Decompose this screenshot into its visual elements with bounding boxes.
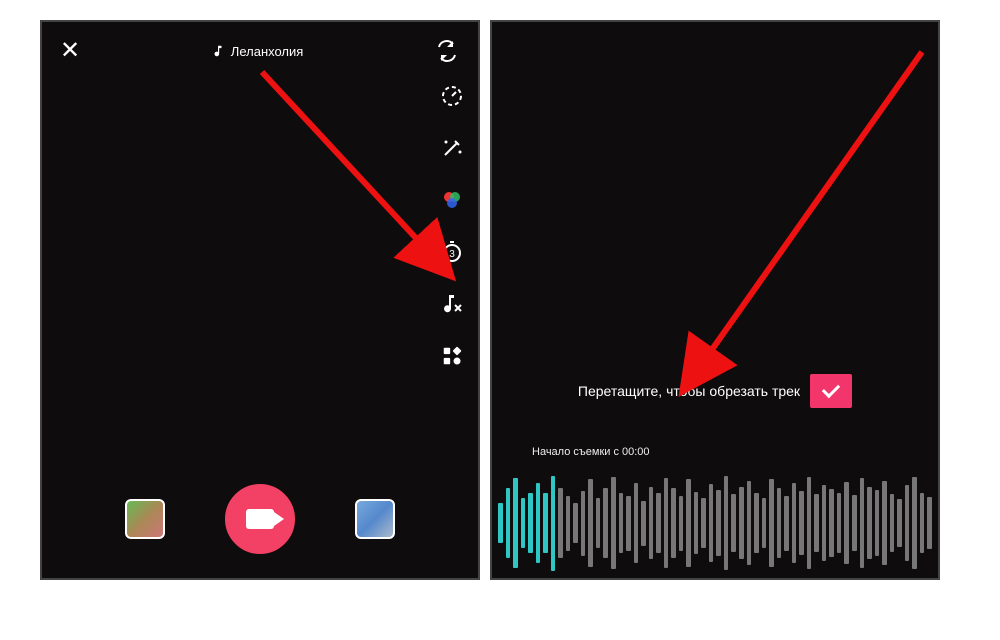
wave-bar: [754, 493, 759, 553]
wave-bar: [596, 498, 601, 548]
wave-bar: [566, 496, 571, 551]
wave-bar: [588, 479, 593, 567]
trim-sound-screen: Перетащите, чтобы обрезать трек Начало с…: [490, 20, 940, 580]
wave-bar: [762, 498, 767, 548]
magic-wand-icon[interactable]: [438, 134, 466, 162]
effects-thumb[interactable]: [125, 499, 165, 539]
top-bar: ✕ Леланхолия: [42, 22, 478, 64]
wave-bar: [844, 482, 849, 564]
gallery-thumb[interactable]: [355, 499, 395, 539]
sound-label: Леланхолия: [231, 44, 304, 59]
wave-bar: [860, 478, 865, 568]
wave-bar: [581, 491, 586, 556]
wave-bar: [731, 494, 736, 552]
wave-bar: [724, 476, 729, 570]
wave-bar: [890, 494, 895, 552]
camera-screen: ✕ Леланхолия 3: [40, 20, 480, 580]
color-balls-icon[interactable]: [438, 186, 466, 214]
wave-bar: [867, 487, 872, 559]
wave-bar: [739, 487, 744, 559]
wave-bar: [513, 478, 518, 568]
music-cut-icon[interactable]: [438, 290, 466, 318]
wave-bar: [882, 481, 887, 565]
wave-bar: [814, 494, 819, 552]
wave-bar: [875, 490, 880, 556]
confirm-button[interactable]: [810, 374, 852, 408]
wave-bar: [777, 488, 782, 558]
flip-camera-icon[interactable]: [434, 38, 460, 64]
wave-bar: [905, 485, 910, 561]
wave-bar: [829, 489, 834, 557]
wave-bar: [619, 493, 624, 553]
wave-bar: [558, 488, 563, 558]
wave-bar: [784, 496, 789, 551]
wave-bar: [686, 479, 691, 567]
timer-3-icon[interactable]: 3: [438, 238, 466, 266]
wave-bar: [611, 477, 616, 569]
start-time-label: Начало съемки с 00:00: [532, 446, 650, 458]
side-toolbar: 3: [438, 82, 466, 370]
bottom-dock: [42, 484, 478, 554]
wave-bar: [927, 497, 932, 549]
wave-bar: [897, 499, 902, 547]
wave-bar: [626, 496, 631, 551]
wave-bar: [671, 488, 676, 558]
video-camera-icon: [246, 509, 274, 529]
waveform[interactable]: [492, 468, 938, 578]
record-button[interactable]: [225, 484, 295, 554]
wave-bar: [694, 492, 699, 554]
check-icon: [822, 380, 840, 398]
wave-bar: [807, 477, 812, 569]
wave-bar: [603, 488, 608, 558]
wave-bar: [641, 501, 646, 546]
wave-bar: [716, 490, 721, 556]
wave-bar: [664, 478, 669, 568]
wave-bar: [709, 484, 714, 562]
wave-bar: [769, 479, 774, 567]
wave-bar: [837, 493, 842, 553]
wave-bar: [792, 483, 797, 563]
wave-bar: [852, 495, 857, 551]
close-icon[interactable]: ✕: [60, 39, 80, 63]
music-note-icon: [211, 44, 225, 58]
trim-row: Перетащите, чтобы обрезать трек: [492, 374, 938, 408]
wave-bar: [912, 477, 917, 569]
speed-icon[interactable]: [438, 82, 466, 110]
wave-bar: [506, 488, 511, 558]
wave-bar: [498, 503, 503, 543]
wave-bar: [521, 498, 526, 548]
wave-bar: [634, 483, 639, 563]
wave-bar: [649, 487, 654, 559]
more-grid-icon[interactable]: [438, 342, 466, 370]
wave-bar: [822, 485, 827, 561]
wave-bar: [543, 493, 548, 553]
wave-bar: [679, 496, 684, 551]
wave-bar: [573, 503, 578, 543]
sound-picker[interactable]: Леланхолия: [211, 44, 304, 59]
wave-bar: [799, 491, 804, 555]
wave-bar: [551, 476, 556, 571]
wave-bar: [536, 483, 541, 563]
trim-instruction: Перетащите, чтобы обрезать трек: [578, 383, 800, 399]
wave-bar: [701, 498, 706, 548]
wave-bar: [747, 481, 752, 565]
wave-bar: [656, 493, 661, 553]
wave-bar: [528, 493, 533, 553]
wave-bar: [920, 493, 925, 553]
svg-text:3: 3: [449, 249, 455, 260]
